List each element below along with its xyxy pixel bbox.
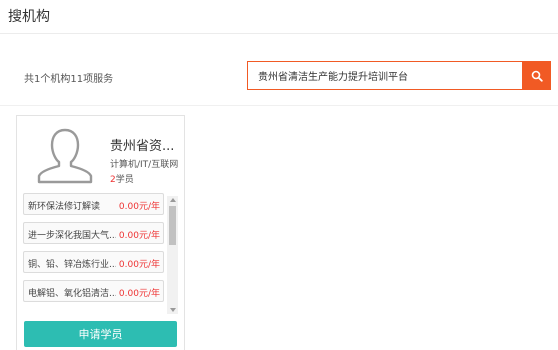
scroll-down-arrow-icon[interactable] xyxy=(170,308,176,312)
org-card: 贵州省资... 计算机/IT/互联网 2学员 新环保法修订解读 0.00元/年 … xyxy=(16,115,185,350)
service-item[interactable]: 新环保法修订解读 0.00元/年 xyxy=(23,193,164,215)
service-name: 新环保法修订解读 xyxy=(28,202,101,212)
service-list: 新环保法修订解读 0.00元/年 进一步深化我国大气... 0.00元/年 铜、… xyxy=(23,193,172,318)
members-label: 学员 xyxy=(115,175,134,185)
service-item[interactable]: 电解铝、氧化铝清洁... 0.00元/年 xyxy=(23,280,164,302)
result-summary: 共1个机构11项服务 xyxy=(24,74,114,85)
service-item[interactable]: 进一步深化我国大气... 0.00元/年 xyxy=(23,222,164,244)
service-price: 0.00元/年 xyxy=(118,260,160,270)
header-divider xyxy=(0,33,558,34)
service-price: 0.00元/年 xyxy=(118,231,160,241)
search-box xyxy=(247,61,523,90)
page-title: 搜机构 xyxy=(8,9,50,25)
service-name: 铜、铅、锌冶炼行业... xyxy=(28,260,116,270)
results-divider xyxy=(0,105,558,106)
org-members: 2学员 xyxy=(110,172,134,185)
org-category: 计算机/IT/互联网 xyxy=(110,160,179,170)
service-price: 0.00元/年 xyxy=(118,289,160,299)
service-list-scrollbar[interactable] xyxy=(167,196,178,314)
service-item[interactable]: 铜、铅、锌冶炼行业... 0.00元/年 xyxy=(23,251,164,273)
scroll-up-arrow-icon[interactable] xyxy=(170,198,176,202)
scroll-thumb[interactable] xyxy=(169,206,176,245)
search-icon xyxy=(531,70,543,82)
service-price: 0.00元/年 xyxy=(118,202,160,212)
avatar-icon xyxy=(37,128,93,184)
search-input[interactable] xyxy=(248,62,522,89)
org-name[interactable]: 贵州省资... xyxy=(110,135,174,154)
service-name: 进一步深化我国大气... xyxy=(28,231,116,241)
search-button[interactable] xyxy=(522,61,551,90)
service-name: 电解铝、氧化铝清洁... xyxy=(28,289,116,299)
apply-member-button[interactable]: 申请学员 xyxy=(24,321,177,347)
